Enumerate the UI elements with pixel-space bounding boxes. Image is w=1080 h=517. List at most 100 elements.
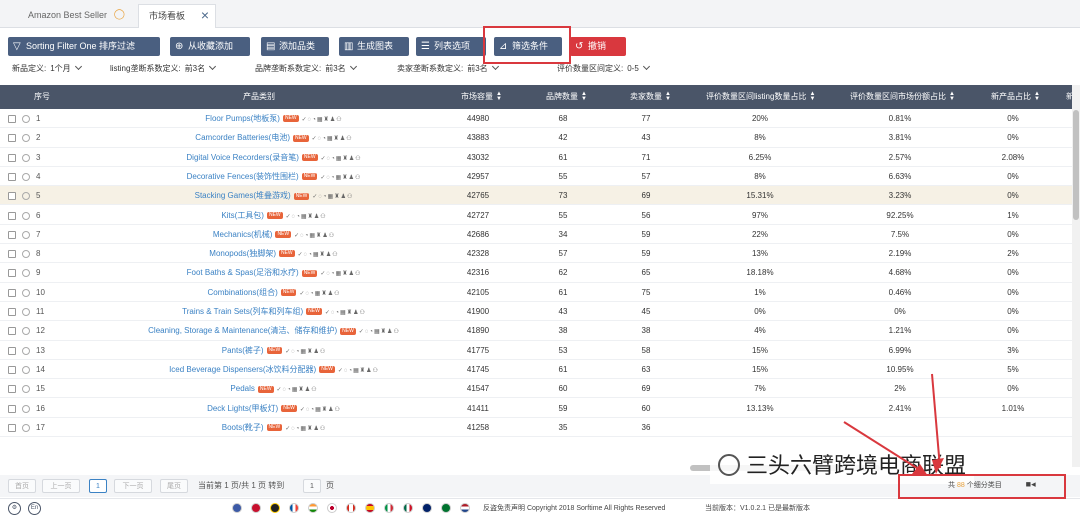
category-cell[interactable]: Combinations(组合) NEW ✓◌◔▦♜♟⚇ (100, 283, 448, 304)
sorting-filter-button[interactable]: ▽ Sorting Filter One 排序过滤 (8, 37, 160, 56)
category-link[interactable]: Stacking Games(堆叠游戏) (195, 191, 291, 200)
close-icon[interactable]: × (201, 4, 209, 26)
category-link[interactable]: Kits(工具包) (221, 211, 264, 220)
row-checkbox[interactable] (8, 134, 16, 143)
category-link[interactable]: Trains & Train Sets(列车和列车组) (182, 307, 303, 316)
category-link[interactable]: Deck Lights(甲板灯) (207, 404, 278, 413)
row-checkbox[interactable] (8, 172, 16, 181)
vertical-scrollbar[interactable] (1072, 85, 1080, 467)
table-row[interactable]: 13 Pants(裤子) NEW ✓◌◔▦♜♟⚇ 41775 53 58 15% 6.99% 3% (0, 341, 1072, 360)
seller-monopoly-definition[interactable]: 卖家垄断系数定义: 前3名 (397, 62, 499, 74)
table-row[interactable]: 3 Digital Voice Recorders(录音笔) NEW ✓◌◔▦♜♟⚇ 4… (0, 148, 1072, 167)
brand-monopoly-definition[interactable]: 品牌垄断系数定义: 前3名 (255, 62, 357, 74)
new-product-definition[interactable]: 新品定义: 1个月 (12, 62, 82, 74)
last-page-button[interactable]: 尾页 (160, 479, 188, 493)
column-header-market-share[interactable]: 评价数量区间市场份额占比 ▲ ▼ (850, 85, 955, 109)
category-cell[interactable]: Monopods(独脚架) NEW ✓◌◔▦♜♟⚇ (100, 244, 448, 265)
flag-de-icon[interactable] (270, 503, 280, 513)
row-toggle-icon[interactable] (22, 115, 30, 123)
row-checkbox[interactable] (8, 404, 16, 413)
table-row[interactable]: 15 Pedals NEW ✓◌◔▦♜♟⚇ 41547 60 69 7% 2% 0% (0, 379, 1072, 400)
action-icons[interactable]: ✓◌◔▦♜♟⚇ (312, 194, 353, 200)
row-toggle-icon[interactable] (22, 153, 30, 162)
list-options-button[interactable]: ☰ 列表选项 (416, 37, 486, 56)
table-row[interactable]: 12 Cleaning, Storage & Maintenance(清洁、储存和… (0, 321, 1072, 342)
flag-ae-icon[interactable] (441, 503, 451, 513)
listing-monopoly-definition[interactable]: listing垄断系数定义: 前3名 (110, 62, 217, 74)
table-row[interactable]: 2 Camcorder Batteries(电池) NEW ✓◌◔▦♜♟⚇ 43883 4… (0, 128, 1072, 148)
table-row[interactable]: 17 Boots(靴子) NEW ✓◌◔▦♜♟⚇ 41258 35 36 (0, 418, 1072, 439)
row-toggle-icon[interactable] (22, 192, 30, 201)
category-link[interactable]: Boots(靴子) (222, 423, 264, 432)
action-icons[interactable]: ✓◌◔▦♜♟⚇ (298, 252, 339, 258)
row-toggle-icon[interactable] (22, 269, 30, 278)
action-icons[interactable]: ✓◌◔▦♜♟⚇ (338, 368, 379, 374)
column-header-listing-ratio[interactable]: 评价数量区间listing数量占比 ▲ ▼ (706, 85, 815, 109)
scrollbar-thumb[interactable] (1073, 110, 1079, 220)
row-checkbox[interactable] (8, 365, 16, 374)
table-row[interactable]: 9 Foot Baths & Spas(足浴和水疗) NEW ✓◌◔▦♜♟⚇ 42316… (0, 263, 1072, 284)
row-toggle-icon[interactable] (22, 134, 30, 143)
first-page-button[interactable]: 首页 (8, 479, 36, 493)
row-toggle-icon[interactable] (22, 230, 30, 239)
flag-in-icon[interactable] (308, 503, 318, 513)
undo-button[interactable]: ↺ 撤销 (570, 37, 626, 56)
row-checkbox[interactable] (8, 385, 16, 394)
table-row[interactable]: 1 Floor Pumps(地板泵) NEW ✓◌◔▦♜♟⚇ 44980 68 77 20% 0… (0, 109, 1072, 130)
row-checkbox[interactable] (8, 115, 16, 123)
action-icons[interactable]: ✓◌◔▦♜♟⚇ (285, 349, 326, 355)
category-cell[interactable]: Decorative Fences(装饰性围栏) NEW ✓◌◔▦♜♟⚇ (100, 167, 448, 188)
action-icons[interactable]: ✓◌◔▦♜♟⚇ (302, 117, 343, 123)
action-icons[interactable]: ✓◌◔▦♜♟⚇ (320, 175, 361, 181)
table-row[interactable]: 8 Monopods(独脚架) NEW ✓◌◔▦♜♟⚇ 42328 57 59 13% 2.19… (0, 244, 1072, 265)
row-toggle-icon[interactable] (22, 250, 30, 259)
prev-page-button[interactable]: 上一页 (42, 479, 80, 493)
category-link[interactable]: Mechanics(机械) (213, 230, 273, 239)
row-toggle-icon[interactable] (22, 385, 30, 394)
category-cell[interactable]: Foot Baths & Spas(足浴和水疗) NEW ✓◌◔▦♜♟⚇ (100, 263, 448, 284)
category-cell[interactable]: Digital Voice Recorders(录音笔) NEW ✓◌◔▦♜♟⚇ (100, 148, 448, 169)
next-page-button[interactable]: 下一页 (114, 479, 152, 493)
flag-fr-icon[interactable] (289, 503, 299, 513)
action-icons[interactable]: ✓◌◔▦♜♟⚇ (312, 136, 353, 142)
row-checkbox[interactable] (8, 269, 16, 278)
row-toggle-icon[interactable] (22, 404, 30, 413)
category-link[interactable]: Decorative Fences(装饰性围栏) (187, 172, 299, 181)
row-checkbox[interactable] (8, 327, 16, 336)
category-cell[interactable]: Stacking Games(堆叠游戏) NEW ✓◌◔▦♜♟⚇ (100, 186, 448, 207)
flag-es-icon[interactable] (365, 503, 375, 513)
tab-amazon-best-seller[interactable]: Amazon Best Seller ◯ (18, 4, 133, 28)
category-cell[interactable]: Cleaning, Storage & Maintenance(清洁、储存和维护… (100, 321, 448, 342)
category-link[interactable]: Combinations(组合) (208, 288, 278, 297)
row-toggle-icon[interactable] (22, 346, 30, 355)
category-cell[interactable]: Floor Pumps(地板泵) NEW ✓◌◔▦♜♟⚇ (100, 109, 448, 130)
category-link[interactable]: Monopods(独脚架) (209, 249, 276, 258)
flag-it-icon[interactable] (384, 503, 394, 513)
column-header-brand-count[interactable]: 品牌数量 ▲ ▼ (546, 85, 587, 109)
table-row[interactable]: 7 Mechanics(机械) NEW ✓◌◔▦♜♟⚇ 42686 34 59 22% 7.5%… (0, 225, 1072, 246)
category-cell[interactable]: Pedals NEW ✓◌◔▦♜♟⚇ (100, 379, 448, 400)
category-link[interactable]: Foot Baths & Spas(足浴和水疗) (187, 268, 299, 277)
row-checkbox[interactable] (8, 308, 16, 316)
flag-ca-icon[interactable] (346, 503, 356, 513)
add-from-favorites-button[interactable]: ⊕ 从收藏添加 (170, 37, 250, 56)
category-link[interactable]: Camcorder Batteries(电池) (195, 133, 290, 142)
table-row[interactable]: 16 Deck Lights(甲板灯) NEW ✓◌◔▦♜♟⚇ 41411 59 60 13.… (0, 399, 1072, 418)
action-icons[interactable]: ✓◌◔▦♜♟⚇ (294, 233, 335, 239)
category-cell[interactable]: Boots(靴子) NEW ✓◌◔▦♜♟⚇ (100, 418, 448, 439)
row-toggle-icon[interactable] (22, 365, 30, 374)
row-checkbox[interactable] (8, 192, 16, 201)
category-link[interactable]: Pants(裤子) (222, 346, 264, 355)
category-cell[interactable]: Mechanics(机械) NEW ✓◌◔▦♜♟⚇ (100, 225, 448, 246)
category-link[interactable]: Floor Pumps(地板泵) (205, 114, 280, 123)
flag-mx-icon[interactable] (403, 503, 413, 513)
flag-uk-icon[interactable] (251, 503, 261, 513)
review-range-definition[interactable]: 评价数量区间定义: 0-5 (557, 62, 650, 74)
action-icons[interactable]: ✓◌◔▦♜♟⚇ (299, 291, 340, 297)
action-icons[interactable]: ✓◌◔▦♜♟⚇ (321, 156, 362, 162)
category-link[interactable]: Cleaning, Storage & Maintenance(清洁、储存和维护… (148, 326, 337, 335)
action-icons[interactable]: ✓◌◔▦♜♟⚇ (320, 271, 361, 277)
flag-nl-icon[interactable] (460, 503, 470, 513)
row-toggle-icon[interactable] (22, 288, 30, 297)
row-checkbox[interactable] (8, 211, 16, 220)
